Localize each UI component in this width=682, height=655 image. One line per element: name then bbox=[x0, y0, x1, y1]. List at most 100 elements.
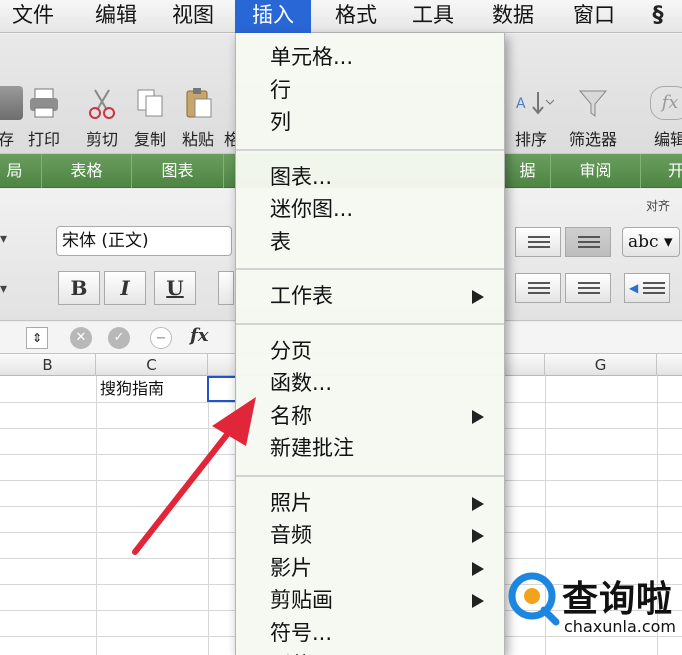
svg-text:A: A bbox=[516, 96, 526, 112]
filter-button[interactable]: 筛选器 bbox=[560, 86, 626, 150]
align-right-button[interactable] bbox=[565, 273, 611, 303]
submenu-arrow-icon bbox=[472, 594, 484, 608]
tab-developer[interactable]: 开 bbox=[641, 154, 682, 188]
menu-item-label: 表 bbox=[270, 229, 291, 254]
clipboard-icon bbox=[181, 86, 215, 120]
grid-line bbox=[96, 376, 97, 655]
insert-function-icon[interactable]: − bbox=[150, 327, 172, 349]
font-name-select[interactable]: 宋体 (正文) bbox=[56, 226, 232, 256]
chaxunla-watermark: 查询啦 chaxunla.com bbox=[500, 562, 682, 655]
style-dropdown-arrow-2[interactable]: ▾ bbox=[0, 281, 7, 297]
menu-separator bbox=[236, 474, 504, 477]
indent-icon bbox=[643, 282, 665, 296]
menu-item-label: 新建批注 bbox=[270, 436, 354, 460]
cut-button[interactable]: 剪切 bbox=[80, 86, 124, 150]
align-center-button[interactable] bbox=[515, 273, 561, 303]
script-menu-icon[interactable]: § bbox=[644, 3, 672, 29]
menu-item-label: 列 bbox=[270, 110, 291, 134]
menu-item-1-2[interactable]: 表 bbox=[236, 226, 504, 258]
tab-data[interactable]: 据 bbox=[505, 154, 551, 188]
fx-label[interactable]: fx bbox=[190, 325, 208, 346]
column-header-d[interactable] bbox=[208, 354, 238, 376]
submenu-arrow-icon bbox=[472, 290, 484, 304]
align-middle-button[interactable] bbox=[565, 227, 611, 257]
menu-item-label: 照片 bbox=[270, 490, 312, 515]
funnel-icon bbox=[576, 86, 610, 120]
menu-view[interactable]: 视图 bbox=[157, 0, 229, 33]
function-icon: fx bbox=[650, 86, 682, 120]
column-header-b[interactable]: B bbox=[0, 354, 96, 376]
menu-item-4-3[interactable]: 剪贴画 bbox=[236, 584, 504, 616]
menu-item-3-0[interactable]: 分页 bbox=[236, 335, 504, 367]
menu-bar: 文件 编辑 视图 插入 格式 工具 数据 窗口 § bbox=[0, 0, 682, 33]
align-top-button[interactable] bbox=[515, 227, 561, 257]
watermark-title: 查询啦 bbox=[562, 579, 674, 620]
confirm-icon[interactable]: ✓ bbox=[108, 327, 130, 349]
menu-item-0-2[interactable]: 列 bbox=[236, 106, 504, 138]
menu-item-label: 图表... bbox=[270, 164, 333, 189]
align-group-label: 对齐 bbox=[646, 199, 671, 213]
underline-button[interactable]: U bbox=[154, 271, 196, 305]
edit-formula-button[interactable]: fx 编辑 bbox=[640, 86, 682, 150]
menu-item-2-0[interactable]: 工作表 bbox=[236, 280, 504, 312]
submenu-arrow-icon bbox=[472, 409, 484, 424]
menu-window[interactable]: 窗口 bbox=[558, 0, 630, 33]
border-button[interactable] bbox=[218, 271, 234, 305]
menu-item-4-2[interactable]: 影片 bbox=[236, 552, 504, 584]
menu-item-0-1[interactable]: 行 bbox=[236, 74, 504, 106]
grid-line bbox=[208, 376, 209, 655]
column-header-h[interactable] bbox=[657, 354, 682, 376]
menu-separator bbox=[236, 322, 504, 325]
indent-arrow-icon: ◀ bbox=[629, 281, 639, 295]
tab-tables[interactable]: 表格 bbox=[42, 154, 132, 188]
name-box-stepper[interactable]: ⇕ bbox=[26, 327, 48, 349]
italic-button[interactable]: I bbox=[104, 271, 146, 305]
menu-item-3-2[interactable]: 名称 bbox=[236, 400, 504, 432]
bold-button[interactable]: B bbox=[58, 271, 100, 305]
menu-item-label: 迷你图... bbox=[270, 197, 354, 221]
menu-item-4-1[interactable]: 音频 bbox=[236, 519, 504, 551]
menu-item-4-4[interactable]: 符号... bbox=[236, 617, 504, 649]
menu-item-label: 名称 bbox=[270, 403, 312, 428]
menu-item-label: 符号... bbox=[270, 620, 333, 645]
watermark-url: chaxunla.com bbox=[564, 617, 676, 636]
menu-edit[interactable]: 编辑 bbox=[77, 0, 155, 33]
menu-item-label: 工作表 bbox=[270, 284, 333, 308]
menu-item-label: 音频 bbox=[270, 523, 312, 547]
tab-charts[interactable]: 图表 bbox=[132, 154, 224, 188]
menu-item-4-0[interactable]: 照片 bbox=[236, 487, 504, 519]
menu-item-4-5[interactable]: 形状 bbox=[236, 649, 504, 655]
menu-file[interactable]: 文件 bbox=[0, 0, 66, 33]
menu-item-1-0[interactable]: 图表... bbox=[236, 161, 504, 193]
sort-button[interactable]: A 排序 bbox=[506, 86, 556, 150]
menu-format[interactable]: 格式 bbox=[320, 0, 392, 33]
menu-item-3-1[interactable]: 函数... bbox=[236, 367, 504, 399]
decrease-indent-button[interactable]: ◀ bbox=[624, 273, 670, 303]
cancel-icon[interactable]: ✕ bbox=[70, 327, 92, 349]
menu-insert[interactable]: 插入 bbox=[235, 0, 311, 33]
menu-separator bbox=[236, 268, 504, 270]
tab-review[interactable]: 审阅 bbox=[551, 154, 641, 188]
paste-button[interactable]: 粘贴 bbox=[176, 86, 220, 150]
print-button[interactable]: 打印 bbox=[22, 86, 66, 150]
submenu-arrow-icon bbox=[472, 496, 484, 511]
copy-button[interactable]: 复制 bbox=[128, 86, 172, 150]
column-header-g[interactable]: G bbox=[545, 354, 657, 376]
menu-item-3-3[interactable]: 新建批注 bbox=[236, 432, 504, 464]
menu-data[interactable]: 数据 bbox=[477, 0, 549, 33]
wrap-text-button[interactable]: abc ▾ bbox=[622, 227, 680, 257]
sort-icon: A bbox=[514, 86, 555, 120]
align-middle-icon bbox=[578, 236, 600, 250]
column-header-c[interactable]: C bbox=[96, 354, 208, 376]
selected-cell-d1[interactable] bbox=[207, 376, 237, 402]
align-top-icon bbox=[528, 236, 550, 250]
cell-c1[interactable]: 搜狗指南 bbox=[100, 376, 164, 402]
column-header-f[interactable] bbox=[505, 354, 545, 376]
menu-tools[interactable]: 工具 bbox=[397, 0, 469, 33]
align-center-icon bbox=[528, 282, 550, 296]
menu-item-1-1[interactable]: 迷你图... bbox=[236, 193, 504, 225]
tab-layout[interactable]: 局 bbox=[0, 154, 42, 188]
magnifier-logo-icon bbox=[508, 572, 560, 626]
style-dropdown-arrow[interactable]: ▾ bbox=[0, 231, 7, 247]
menu-item-0-0[interactable]: 单元格... bbox=[236, 41, 504, 73]
